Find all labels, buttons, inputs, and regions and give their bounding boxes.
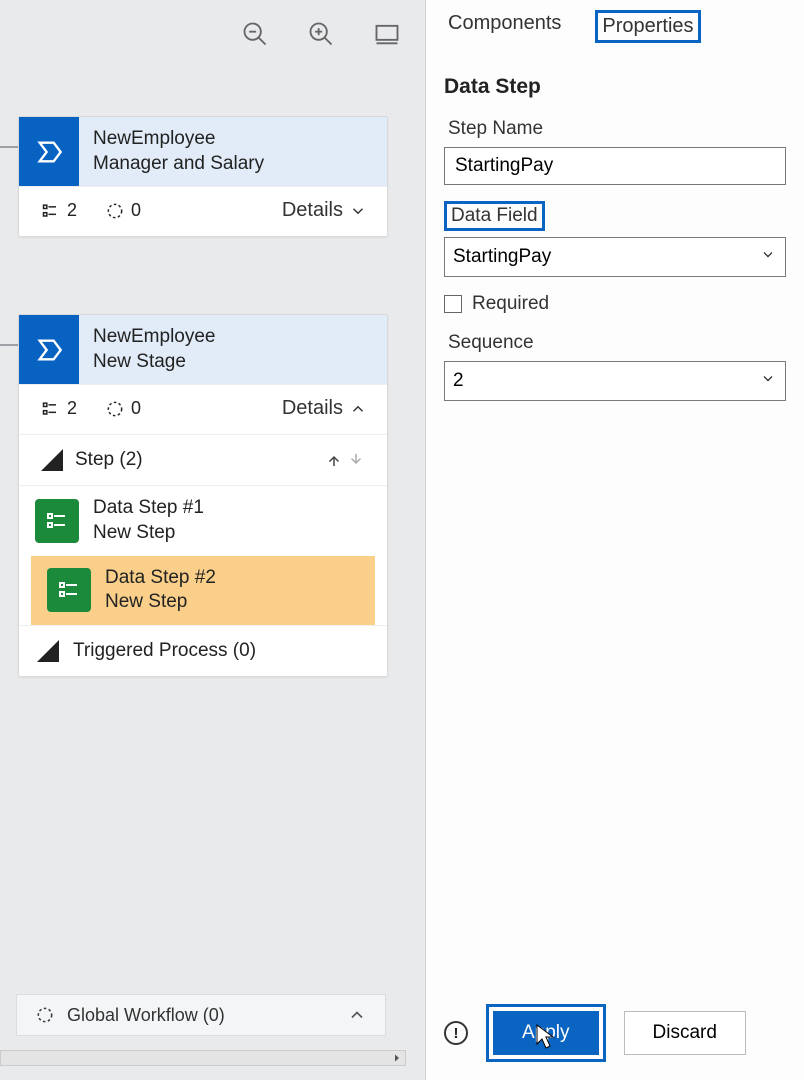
step-name-input[interactable]	[444, 147, 786, 185]
cycle-count-value: 0	[131, 398, 141, 419]
stage-chevron-icon	[19, 315, 79, 384]
apply-button-highlight: Apply	[486, 1004, 606, 1062]
horizontal-scrollbar[interactable]	[0, 1050, 406, 1066]
data-step-subtitle: New Step	[105, 590, 216, 615]
stage-header[interactable]: NewEmployee Manager and Salary	[19, 117, 387, 186]
sequence-label: Sequence	[444, 331, 538, 355]
connector-line	[0, 344, 18, 346]
fit-to-screen-icon[interactable]	[373, 20, 401, 48]
triangle-icon	[37, 640, 59, 662]
data-step-icon	[47, 568, 91, 612]
steps-count: 2	[41, 200, 77, 221]
steps-count-value: 2	[67, 200, 77, 221]
sequence-select-wrap	[444, 361, 786, 401]
arrow-down-icon	[347, 451, 365, 469]
connector-line	[0, 146, 18, 148]
data-step-icon	[35, 499, 79, 543]
stage-header[interactable]: NewEmployee New Stage	[19, 315, 387, 384]
data-field-label: Data Field	[444, 201, 545, 231]
required-checkbox[interactable]	[444, 295, 462, 313]
data-step-2[interactable]: Data Step #2 New Step	[31, 556, 375, 625]
zoom-toolbar	[241, 20, 401, 48]
zoom-out-icon[interactable]	[241, 20, 269, 48]
details-label: Details	[282, 199, 343, 222]
tab-properties[interactable]: Properties	[595, 10, 700, 43]
data-step-labels: Data Step #1 New Step	[93, 496, 204, 545]
step-name-label: Step Name	[444, 117, 547, 141]
stage-titles: NewEmployee Manager and Salary	[79, 117, 278, 186]
global-workflow-label: Global Workflow (0)	[67, 1005, 225, 1026]
chevron-down-icon	[349, 202, 367, 220]
details-expand-button[interactable]: Details	[282, 199, 367, 222]
canvas-area: NewEmployee Manager and Salary 2 0 Detai…	[0, 0, 425, 1080]
data-step-title: Data Step #1	[93, 496, 204, 521]
stage-summary-row: 2 0 Details	[19, 186, 387, 236]
stage-subtitle: Manager and Salary	[93, 152, 264, 177]
cycle-count: 0	[105, 200, 141, 221]
triangle-icon	[41, 449, 63, 471]
panel-footer: ! Apply Discard	[426, 1004, 804, 1062]
info-icon[interactable]: !	[444, 1021, 468, 1045]
stage-card-new-stage[interactable]: NewEmployee New Stage 2 0 Details	[18, 314, 388, 677]
panel-tabs: Components Properties	[426, 0, 804, 51]
data-step-subtitle: New Step	[93, 521, 204, 546]
properties-panel: Components Properties Data Step Step Nam…	[425, 0, 804, 1080]
cycle-count-value: 0	[131, 200, 141, 221]
details-collapse-button[interactable]: Details	[282, 397, 367, 420]
zoom-in-icon[interactable]	[307, 20, 335, 48]
details-label: Details	[282, 397, 343, 420]
data-step-1[interactable]: Data Step #1 New Step	[19, 486, 387, 555]
global-workflow-bar[interactable]: Global Workflow (0)	[16, 994, 386, 1036]
step-section-header[interactable]: Step (2)	[19, 434, 387, 485]
stage-title: NewEmployee	[93, 325, 216, 350]
tab-components[interactable]: Components	[444, 10, 565, 43]
apply-button[interactable]: Apply	[493, 1011, 599, 1055]
steps-count: 2	[41, 398, 77, 419]
chevron-up-icon	[349, 400, 367, 418]
stage-title: NewEmployee	[93, 127, 264, 152]
stage-subtitle: New Stage	[93, 350, 216, 375]
chevron-up-icon[interactable]	[347, 1005, 367, 1025]
data-step-title: Data Step #2	[105, 566, 216, 591]
section-title: Data Step	[444, 75, 786, 99]
required-label: Required	[472, 293, 549, 315]
data-field-select[interactable]	[444, 237, 786, 277]
data-step-labels: Data Step #2 New Step	[105, 566, 216, 615]
data-field-select-wrap	[444, 237, 786, 277]
circle-dashed-icon	[35, 1005, 55, 1025]
panel-body: Data Step Step Name Data Field Required …	[426, 51, 804, 401]
stage-card-manager-salary[interactable]: NewEmployee Manager and Salary 2 0 Detai…	[18, 116, 388, 237]
triggered-process-row[interactable]: Triggered Process (0)	[19, 625, 387, 676]
stage-titles: NewEmployee New Stage	[79, 315, 230, 384]
reorder-arrows[interactable]	[325, 451, 365, 469]
scroll-right-icon[interactable]	[389, 1050, 405, 1066]
step-section-label: Step (2)	[75, 449, 143, 471]
sequence-select[interactable]	[444, 361, 786, 401]
arrow-up-icon	[325, 451, 343, 469]
cycle-count: 0	[105, 398, 141, 419]
discard-button[interactable]: Discard	[624, 1011, 746, 1055]
stage-summary-row: 2 0 Details	[19, 384, 387, 434]
stage-chevron-icon	[19, 117, 79, 186]
triggered-process-label: Triggered Process (0)	[73, 640, 256, 662]
required-checkbox-row[interactable]: Required	[444, 293, 786, 315]
steps-count-value: 2	[67, 398, 77, 419]
